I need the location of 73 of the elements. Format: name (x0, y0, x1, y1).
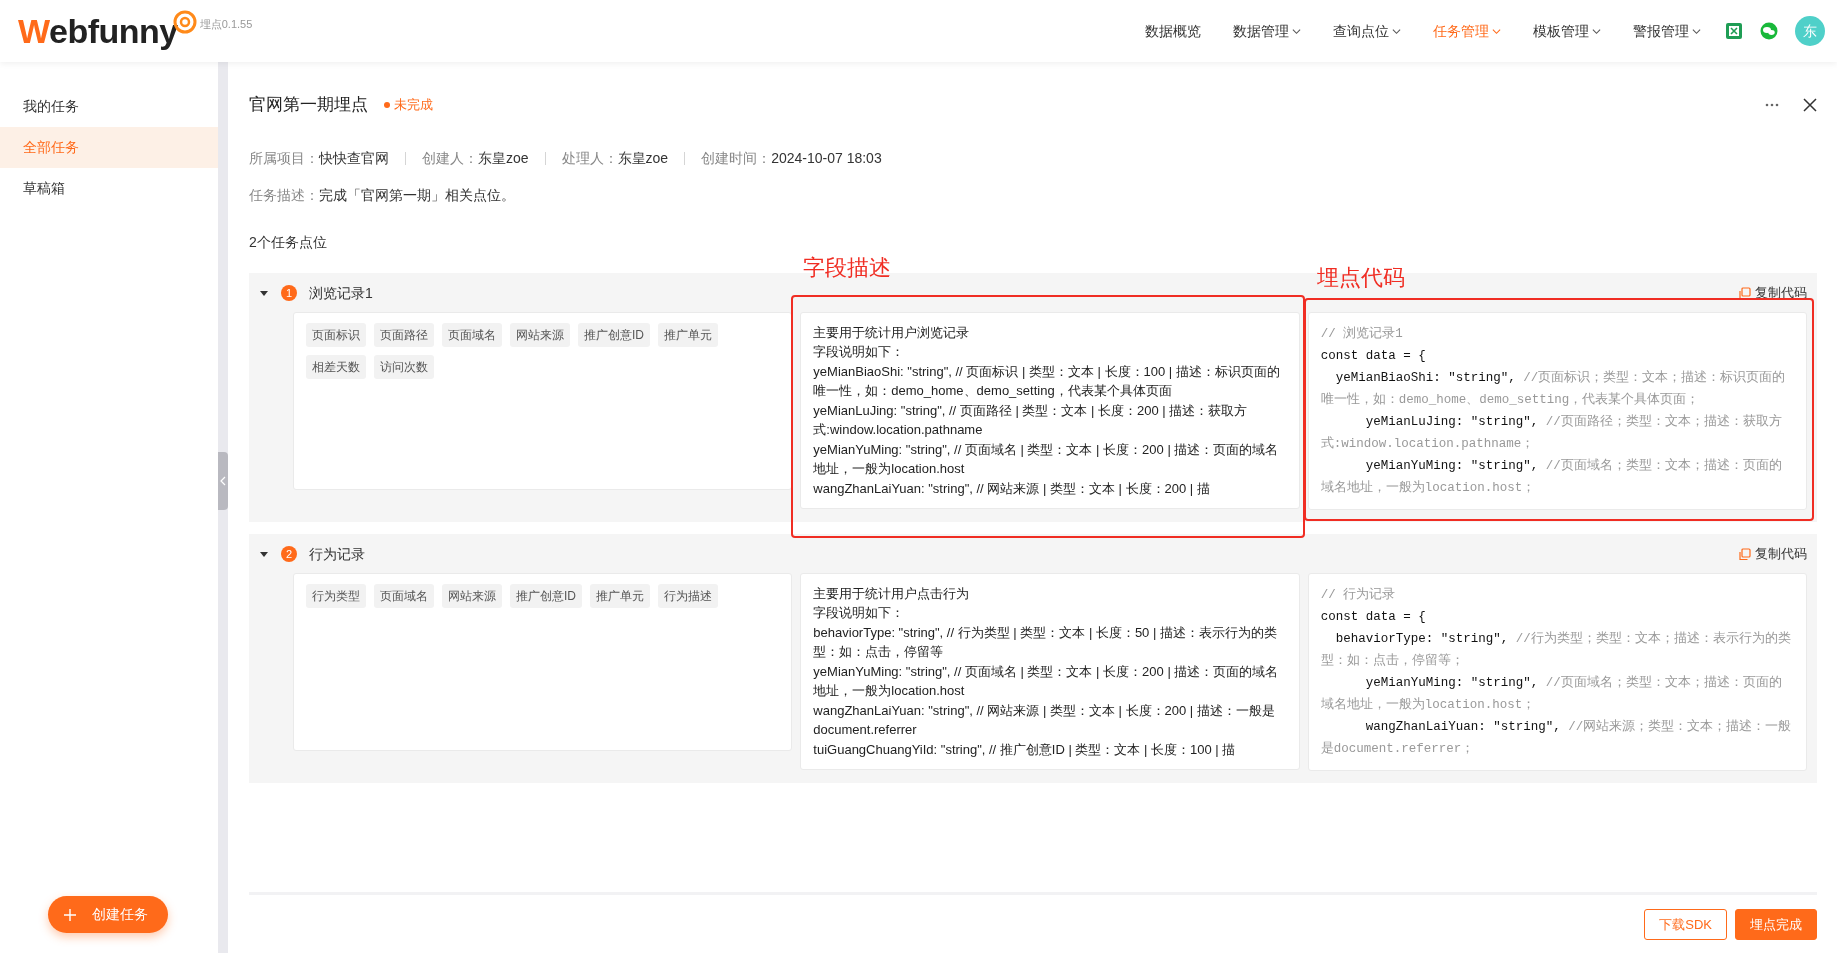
chevron-down-icon (1692, 26, 1701, 36)
field-tag: 访问次数 (374, 354, 434, 379)
field-tag: 推广单元 (658, 322, 718, 347)
plus-icon (64, 908, 76, 921)
field-tag: 相差天数 (306, 354, 366, 379)
code-line: // 浏览记录1 (1320, 325, 1404, 343)
collapse-handle[interactable] (218, 452, 228, 510)
nav-menu-item[interactable]: 数据概览 (1129, 20, 1217, 42)
field-value: 快快查官网 (319, 148, 389, 168)
description-line: 主要用于统计用户点击行为 (813, 584, 971, 603)
copy-icon (1738, 286, 1751, 300)
field-value: 完成「官网第一期」相关点位。 (319, 185, 515, 205)
field-label: 创建时间： (701, 148, 772, 168)
close-icon[interactable] (1803, 97, 1817, 112)
version-label: 埋点0.1.55 (199, 16, 253, 32)
field-tag: 页面域名 (442, 322, 502, 347)
task-title: 官网第一期埋点 (249, 94, 368, 116)
field-tag: 网站来源 (510, 322, 570, 347)
description-line: 主要用于统计用户浏览记录 (813, 323, 971, 342)
field-label: 任务描述： (249, 185, 319, 205)
logo: Webfunny (18, 14, 178, 48)
chevron-left-icon (220, 476, 226, 486)
code-line: yeMianLuJing: "string", //页面路径；类型：文本；描述：获取方式:window.location.pathname； (1320, 413, 1783, 453)
sidebar-item[interactable]: 草稿箱 (0, 168, 218, 209)
number-badge: 1 (281, 285, 297, 301)
field-tag: 行为描述 (658, 583, 718, 608)
field-tag: 页面路径 (374, 322, 434, 347)
code-line: const data = { (1320, 608, 1427, 626)
caret-down-icon[interactable] (259, 288, 269, 298)
status-label: 未完成 (384, 95, 433, 115)
field-tag: 推广创意ID (510, 583, 582, 608)
code-line: const data = { (1320, 347, 1427, 365)
code-line: // 行为记录 (1320, 586, 1397, 604)
more-icon[interactable] (1765, 102, 1779, 107)
nav-menu-item[interactable]: 查询点位 (1317, 20, 1417, 42)
field-label: 创建人： (422, 148, 478, 168)
chat-icon[interactable] (1759, 22, 1779, 40)
field-value: 东皇zoe (478, 148, 529, 168)
field-value: 2024-10-07 18:03 (771, 148, 882, 168)
copy-code-link[interactable]: 复制代码 (1738, 283, 1807, 303)
annotation-label: 字段描述 (803, 253, 892, 282)
description-line: 字段说明如下： (813, 343, 906, 361)
chevron-down-icon (1592, 26, 1601, 36)
field-tag: 页面标识 (306, 322, 366, 347)
point-name: 浏览记录1 (309, 283, 373, 303)
field-tag: 推广创意ID (578, 322, 650, 347)
field-label: 处理人： (561, 148, 618, 168)
description-line: 字段说明如下： (813, 604, 906, 622)
annotation-label: 埋点代码 (1316, 263, 1405, 292)
description-line: tuiGuangChuangYiId: "string", // 推广创意ID | 类型：文本 | 长度：100 | 描 (813, 740, 1237, 759)
nav-menu-item[interactable]: 模板管理 (1517, 20, 1617, 42)
field-tag: 行为类型 (306, 583, 366, 608)
nav-menu-item[interactable]: 警报管理 (1617, 20, 1717, 42)
point-name: 行为记录 (309, 544, 365, 564)
field-label: 所属项目： (249, 148, 319, 168)
field-tag: 网站来源 (442, 583, 502, 608)
chevron-down-icon (1392, 26, 1401, 36)
field-tag: 推广单元 (590, 583, 650, 608)
caret-down-icon[interactable] (259, 549, 269, 559)
sidebar-item[interactable]: 我的任务 (0, 86, 218, 127)
description-line: wangZhanLaiYuan: "string", // 网站来源 | 类型：文本 | 长度：200 | 描 (813, 479, 1211, 498)
code-line: yeMianBiaoShi: "string", //页面标识；类型：文本；描述：标识页面的唯一性，如：demo_home、demo_setting，代表某个具体页面； (1320, 369, 1787, 409)
chevron-down-icon (1492, 26, 1501, 36)
number-badge: 2 (281, 546, 297, 562)
chevron-down-icon (1292, 26, 1301, 36)
field-value: 东皇zoe (617, 148, 669, 168)
section-heading: 2个任务点位 (249, 232, 328, 252)
copy-code-link[interactable]: 复制代码 (1738, 544, 1807, 564)
nav-menu-item[interactable]: 数据管理 (1217, 20, 1317, 42)
code-line: behaviorType: "string", //行为类型；类型：文本；描述：表示行为的类型：如：点击，停留等； (1320, 630, 1792, 670)
spreadsheet-icon[interactable] (1725, 22, 1743, 40)
copy-icon (1738, 547, 1751, 561)
field-tag: 页面域名 (374, 583, 434, 608)
